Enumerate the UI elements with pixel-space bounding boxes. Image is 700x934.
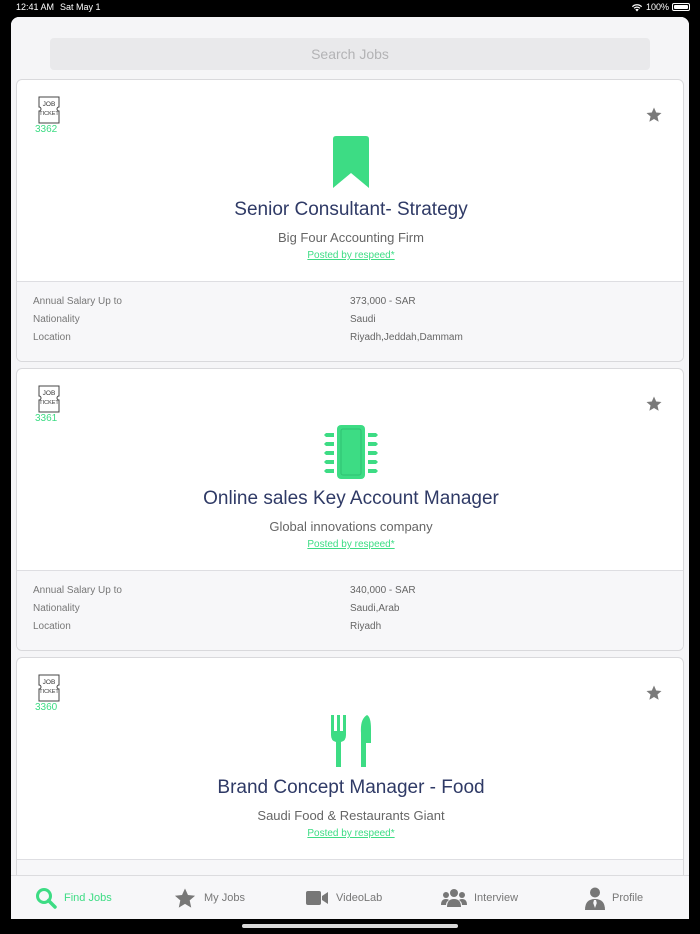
tab-bar: Find Jobs My Jobs VideoLab Interview Pro… (11, 875, 689, 919)
status-right: 100% (631, 2, 690, 12)
job-title[interactable]: Senior Consultant- Strategy (17, 199, 683, 221)
job-card[interactable]: JOB TICKET 3360 Brand Concept Manager - … (16, 657, 684, 875)
tab-label: Interview (474, 892, 519, 904)
detail-row-location: Location Riyadh (17, 621, 683, 639)
company-name: Big Four Accounting Firm (278, 230, 424, 245)
status-bar: 12:41 AM Sat May 1 100% (0, 0, 700, 16)
job-details: Annual Salary Up to 340,000 - SAR Nation… (17, 570, 683, 650)
tab-label: My Jobs (204, 892, 245, 904)
ticket-number: 3362 (35, 124, 58, 135)
search-icon (36, 888, 57, 909)
tab-videolab[interactable]: VideoLab (305, 876, 382, 919)
tab-find-jobs[interactable]: Find Jobs (35, 876, 112, 919)
job-list[interactable]: JOB TICKET 3362 Senior Consultant- Strat… (16, 79, 684, 875)
detail-value: 373,000 - SAR (350, 296, 416, 307)
app-window: JOB TICKET 3362 Senior Consultant- Strat… (11, 17, 689, 919)
job-logo (311, 135, 391, 191)
detail-value: Riyadh,Jeddah,Dammam (350, 332, 463, 343)
ticket-label-job: JOB (43, 390, 56, 397)
posted-by-link[interactable]: Posted by respeed* (17, 539, 683, 550)
job-ticket-icon: JOB TICKET (38, 674, 60, 702)
job-logo (311, 713, 391, 769)
ticket-label-ticket: TICKET (39, 400, 59, 406)
fork-knife-icon (331, 715, 371, 767)
detail-row-nationality: Nationality Saudi,Arab (17, 603, 683, 621)
ticket-label-job: JOB (43, 101, 56, 108)
job-title[interactable]: Brand Concept Manager - Food (17, 777, 683, 799)
ticket-label-ticket: TICKET (39, 111, 59, 117)
job-details (17, 859, 683, 875)
ticket-label-job: JOB (43, 679, 56, 686)
detail-row-salary: Annual Salary Up to 340,000 - SAR (17, 585, 683, 603)
detail-row-salary: Annual Salary Up to 373,000 - SAR (17, 296, 683, 314)
users-icon (441, 889, 467, 907)
star-icon (174, 887, 196, 908)
tab-label: Profile (612, 892, 644, 904)
detail-value: Saudi,Arab (350, 603, 400, 614)
detail-label: Annual Salary Up to (33, 585, 122, 596)
job-ticket-icon: JOB TICKET (38, 96, 60, 124)
home-indicator[interactable] (242, 924, 458, 928)
favorite-star-icon[interactable] (645, 106, 663, 124)
video-camera-icon (306, 891, 328, 905)
job-title[interactable]: Online sales Key Account Manager (17, 488, 683, 510)
tab-profile[interactable]: Profile (585, 876, 643, 919)
job-ticket-icon: JOB TICKET (38, 385, 60, 413)
tab-my-jobs[interactable]: My Jobs (173, 876, 245, 919)
tab-label: Find Jobs (64, 892, 112, 904)
detail-label: Nationality (33, 603, 80, 614)
user-tie-icon (585, 887, 605, 910)
detail-label: Location (33, 332, 71, 343)
ticket-number: 3361 (35, 413, 58, 424)
detail-row-location: Location Riyadh,Jeddah,Dammam (17, 332, 683, 350)
detail-value: 340,000 - SAR (350, 585, 416, 596)
job-details: Annual Salary Up to 373,000 - SAR Nation… (17, 281, 683, 361)
detail-row-nationality: Nationality Saudi (17, 314, 683, 332)
search-input[interactable] (50, 38, 650, 70)
detail-value: Saudi (350, 314, 376, 325)
status-date: Sat May 1 (60, 2, 101, 12)
job-logo (311, 424, 391, 480)
search-bar (11, 17, 689, 79)
wifi-icon (631, 3, 643, 11)
ticket-number: 3360 (35, 702, 58, 713)
detail-value: Riyadh (350, 621, 382, 632)
ticket-label-ticket: TICKET (39, 689, 59, 695)
bookmark-icon (333, 136, 369, 188)
posted-by-link[interactable]: Posted by respeed* (17, 828, 683, 839)
battery-percent: 100% (645, 2, 669, 12)
detail-label: Nationality (33, 314, 80, 325)
posted-by-link[interactable]: Posted by respeed* (17, 250, 683, 261)
company-name: Saudi Food & Restaurants Giant (257, 808, 445, 823)
job-card[interactable]: JOB TICKET 3362 Senior Consultant- Strat… (16, 79, 684, 362)
detail-label: Location (33, 621, 71, 632)
tab-interview[interactable]: Interview (441, 876, 518, 919)
favorite-star-icon[interactable] (645, 684, 663, 702)
job-card[interactable]: JOB TICKET 3361 Online sales Key Account… (16, 368, 684, 651)
favorite-star-icon[interactable] (645, 395, 663, 413)
status-time: 12:41 AM (16, 2, 55, 12)
battery-icon (672, 3, 690, 11)
company-name: Global innovations company (269, 519, 433, 534)
tab-label: VideoLab (336, 892, 383, 904)
detail-label: Annual Salary Up to (33, 296, 122, 307)
microchip-icon (324, 425, 378, 479)
